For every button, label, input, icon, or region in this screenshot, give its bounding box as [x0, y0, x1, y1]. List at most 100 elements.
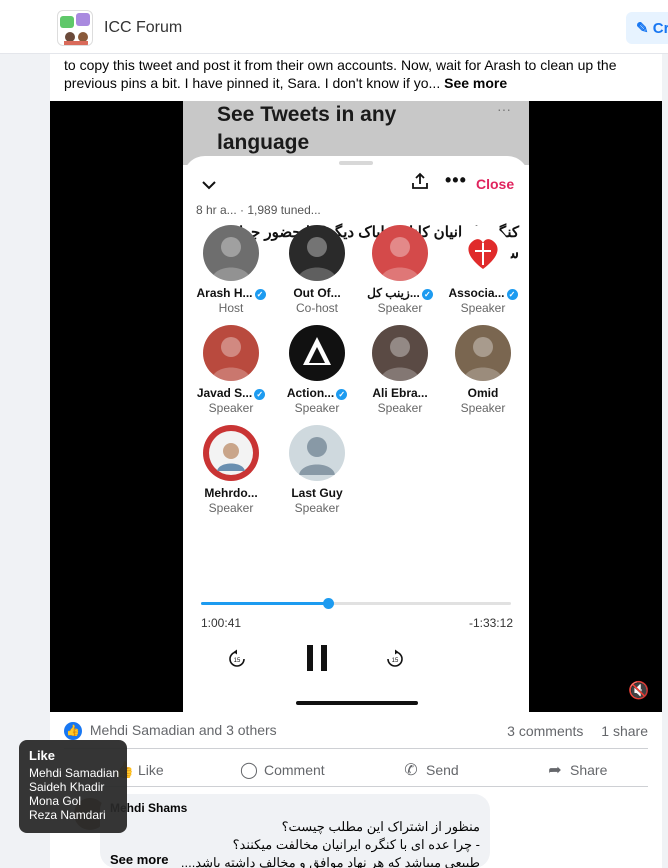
speaker-role-text: Host: [218, 301, 244, 315]
comment-see-more[interactable]: See more: [110, 852, 169, 867]
mute-icon[interactable]: 🔇: [628, 681, 649, 701]
speaker-name-text: Out Of...: [293, 286, 341, 300]
create-button-label: Cr: [652, 20, 668, 37]
speaker-name-text: زینب کل...: [367, 286, 420, 300]
progress-knob[interactable]: [323, 598, 335, 609]
share-arrow-icon: ➦: [548, 762, 562, 779]
speaker-name: Out Of...: [277, 286, 357, 300]
divider: [64, 748, 648, 749]
send-label: Send: [426, 762, 459, 778]
speaker-role: Speaker: [277, 501, 357, 515]
speaker-item[interactable]: Omid Speaker: [443, 325, 523, 415]
home-indicator: [296, 701, 418, 705]
speaker-name: Mehrdo...: [191, 486, 271, 500]
comment-count[interactable]: 3 comments: [507, 723, 583, 739]
group-avatar[interactable]: [57, 10, 93, 46]
speaker-item[interactable]: زینب کل... ✓ Speaker: [360, 225, 440, 315]
time-elapsed: 1:00:41: [201, 616, 242, 630]
forward-15-icon[interactable]: 15: [385, 649, 405, 669]
pause-icon[interactable]: [305, 643, 329, 673]
verified-badge-icon: ✓: [506, 289, 518, 300]
speaker-item[interactable]: Javad S... ✓ Speaker: [191, 325, 271, 415]
more-dots-icon: ···: [497, 101, 511, 117]
more-icon[interactable]: •••: [445, 170, 467, 191]
tooltip-name: Reza Namdari: [29, 808, 106, 822]
speaker-name-text: Arash H...: [196, 286, 253, 300]
speaker-name-text: Last Guy: [291, 486, 343, 500]
speaker-role: Speaker: [191, 401, 271, 415]
space-meta: 8 hr a... · 1,989 tuned...: [196, 203, 321, 217]
speaker-name: Last Guy: [277, 486, 357, 500]
avatar: [289, 325, 345, 381]
speaker-name: Associa... ✓: [443, 286, 523, 300]
chevron-down-icon[interactable]: [201, 174, 217, 195]
avatar: [289, 225, 345, 281]
share-button[interactable]: ➦ Share: [546, 760, 607, 780]
avatar: [289, 425, 345, 481]
group-name[interactable]: ICC Forum: [104, 19, 182, 37]
verified-badge-icon: ✓: [336, 389, 348, 400]
rewind-15-icon[interactable]: 15: [227, 649, 247, 669]
verified-badge-icon: ✓: [254, 389, 266, 400]
speaker-item[interactable]: Out Of... Co-host: [277, 225, 357, 315]
speaker-role: Host: [191, 301, 271, 315]
speaker-item[interactable]: Arash H... ✓ Host: [191, 225, 271, 315]
speaker-name-text: Ali Ebra...: [372, 386, 428, 400]
speaker-item[interactable]: Associa... ✓ Speaker: [443, 225, 523, 315]
speaker-item[interactable]: Last Guy Speaker: [277, 425, 357, 515]
see-more-link[interactable]: See more: [444, 75, 507, 91]
speaker-role-text: Speaker: [377, 401, 423, 415]
video-player[interactable]: See Tweets in any language ··· ••• Close…: [50, 101, 662, 712]
share-icon[interactable]: [411, 172, 429, 190]
speaker-name-text: Associa...: [448, 286, 505, 300]
speaker-name-text: Mehrdo...: [204, 486, 258, 500]
speaker-item[interactable]: Mehrdo... Speaker: [191, 425, 271, 515]
like-tooltip: Like Mehdi Samadian Saideh Khadir Mona G…: [19, 740, 127, 833]
speaker-item[interactable]: Ali Ebra... Speaker: [360, 325, 440, 415]
speaker-name: Ali Ebra...: [360, 386, 440, 400]
speaker-name-text: Action...: [286, 386, 335, 400]
share-label: Share: [570, 762, 608, 778]
send-button[interactable]: ✆ Send: [402, 760, 459, 780]
speaker-role-text: Speaker: [460, 301, 506, 315]
verified-badge-icon: ✓: [254, 289, 266, 300]
post-actions: 👍Like ◯Comment ✆Send ➦Share: [64, 752, 648, 784]
share-count[interactable]: 1 share: [601, 723, 648, 739]
spaces-sheet: ••• Close 8 hr a... · 1,989 tuned... کنگ…: [183, 156, 529, 712]
avatar: [455, 325, 511, 381]
comment-line: منظور از اشتراک این مطلب چیست؟: [281, 819, 480, 834]
speaker-role: Speaker: [360, 301, 440, 315]
avatar: [455, 225, 511, 281]
speaker-role-text: Speaker: [460, 401, 506, 415]
speaker-role-text: Speaker: [208, 401, 254, 415]
comment-button[interactable]: ◯ Comment: [240, 760, 325, 780]
speaker-role-text: Speaker: [208, 501, 254, 515]
like-label: Like: [138, 762, 164, 778]
speaker-name: Omid: [443, 386, 523, 400]
speaker-role-text: Co-host: [295, 301, 339, 315]
phone-screenshot: See Tweets in any language ··· ••• Close…: [183, 101, 529, 712]
avatar: [372, 325, 428, 381]
post-text: to copy this tweet and post it from thei…: [64, 56, 654, 92]
reaction-summary[interactable]: 👍 Mehdi Samadian and 3 others: [64, 722, 277, 741]
divider: [64, 786, 648, 787]
speaker-name-text: Omid: [467, 386, 499, 400]
speaker-item[interactable]: Action... ✓ Speaker: [277, 325, 357, 415]
progress-track[interactable]: [201, 598, 511, 609]
header-bar: ICC Forum ✎ Cr: [0, 0, 668, 54]
facebook-post-page: ICC Forum ✎ Cr to copy this tweet and po…: [0, 0, 668, 868]
verified-badge-icon: ✓: [421, 289, 433, 300]
speaker-role-text: Speaker: [294, 401, 340, 415]
speaker-role: Co-host: [277, 301, 357, 315]
speaker-name-text: Javad S...: [196, 386, 253, 400]
tooltip-name: Saideh Khadir: [29, 780, 105, 794]
tooltip-name: Mona Gol: [29, 794, 82, 808]
tooltip-name: Mehdi Samadian: [29, 766, 120, 780]
speaker-role: Speaker: [360, 401, 440, 415]
avatar: [203, 425, 259, 481]
avatar: [372, 225, 428, 281]
progress-fill: [201, 602, 329, 605]
tooltip-title: Like: [29, 748, 56, 763]
create-button[interactable]: ✎ Cr: [626, 12, 668, 44]
close-link[interactable]: Close: [476, 176, 514, 192]
